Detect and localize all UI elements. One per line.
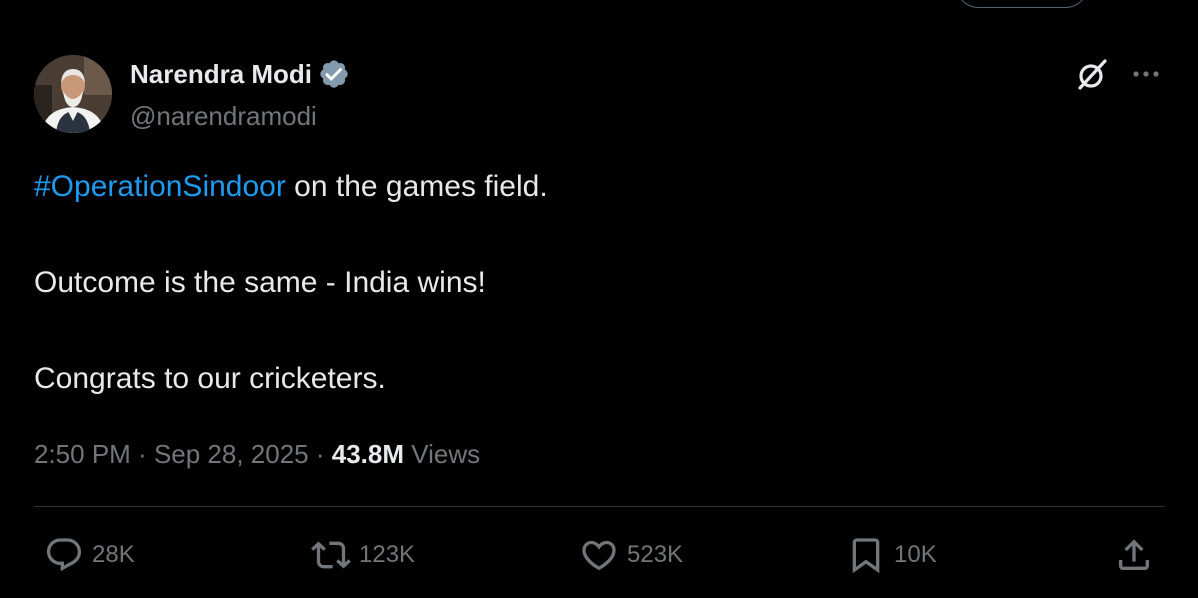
like-button[interactable]: 523K [579,533,683,577]
repost-count: 123K [359,541,416,568]
hashtag-link[interactable]: #OperationSindoor [34,170,286,203]
like-icon [582,540,616,571]
more-icon[interactable] [1130,62,1162,86]
grok-icon[interactable] [1074,57,1110,93]
share-icon[interactable] [1114,535,1154,575]
views-count: 43.8M [331,439,405,469]
author-name-text: Narendra Modi [130,59,313,89]
follow-button-edge[interactable] [955,0,1089,8]
bookmark-button[interactable]: 10K [846,533,937,577]
meta-separator: · [130,439,154,469]
bookmark-count: 10K [894,541,937,568]
bookmark-icon [852,538,880,574]
verified-badge-icon[interactable] [318,58,350,90]
repost-icon [311,541,351,569]
reply-icon [46,538,82,572]
divider [34,506,1165,507]
avatar-image [34,55,112,133]
repost-button[interactable]: 123K [311,533,415,577]
tweet-date[interactable]: Sep 28, 2025 [154,439,309,469]
author-handle[interactable]: @narendramodi [130,99,317,133]
author-name[interactable]: Narendra Modi [130,57,350,91]
tweet-time[interactable]: 2:50 PM [34,439,131,469]
meta-separator: · [308,439,332,469]
tweet-text: #OperationSindoor on the games field. Ou… [34,168,1144,398]
reply-count: 28K [92,541,135,568]
tweet-line-1: #OperationSindoor on the games field. [34,168,1144,206]
views-label: Views [404,439,481,469]
tweet-line-1-text: on the games field. [285,170,548,203]
avatar[interactable] [34,55,112,133]
tweet-line-3: Congrats to our cricketers. [34,362,386,395]
tweet-line-2: Outcome is the same - India wins! [34,266,486,299]
reply-button[interactable]: 28K [44,533,135,577]
tweet-meta: 2:50 PM · Sep 28, 2025 · 43.8M Views [34,436,480,472]
like-count: 523K [627,541,684,568]
